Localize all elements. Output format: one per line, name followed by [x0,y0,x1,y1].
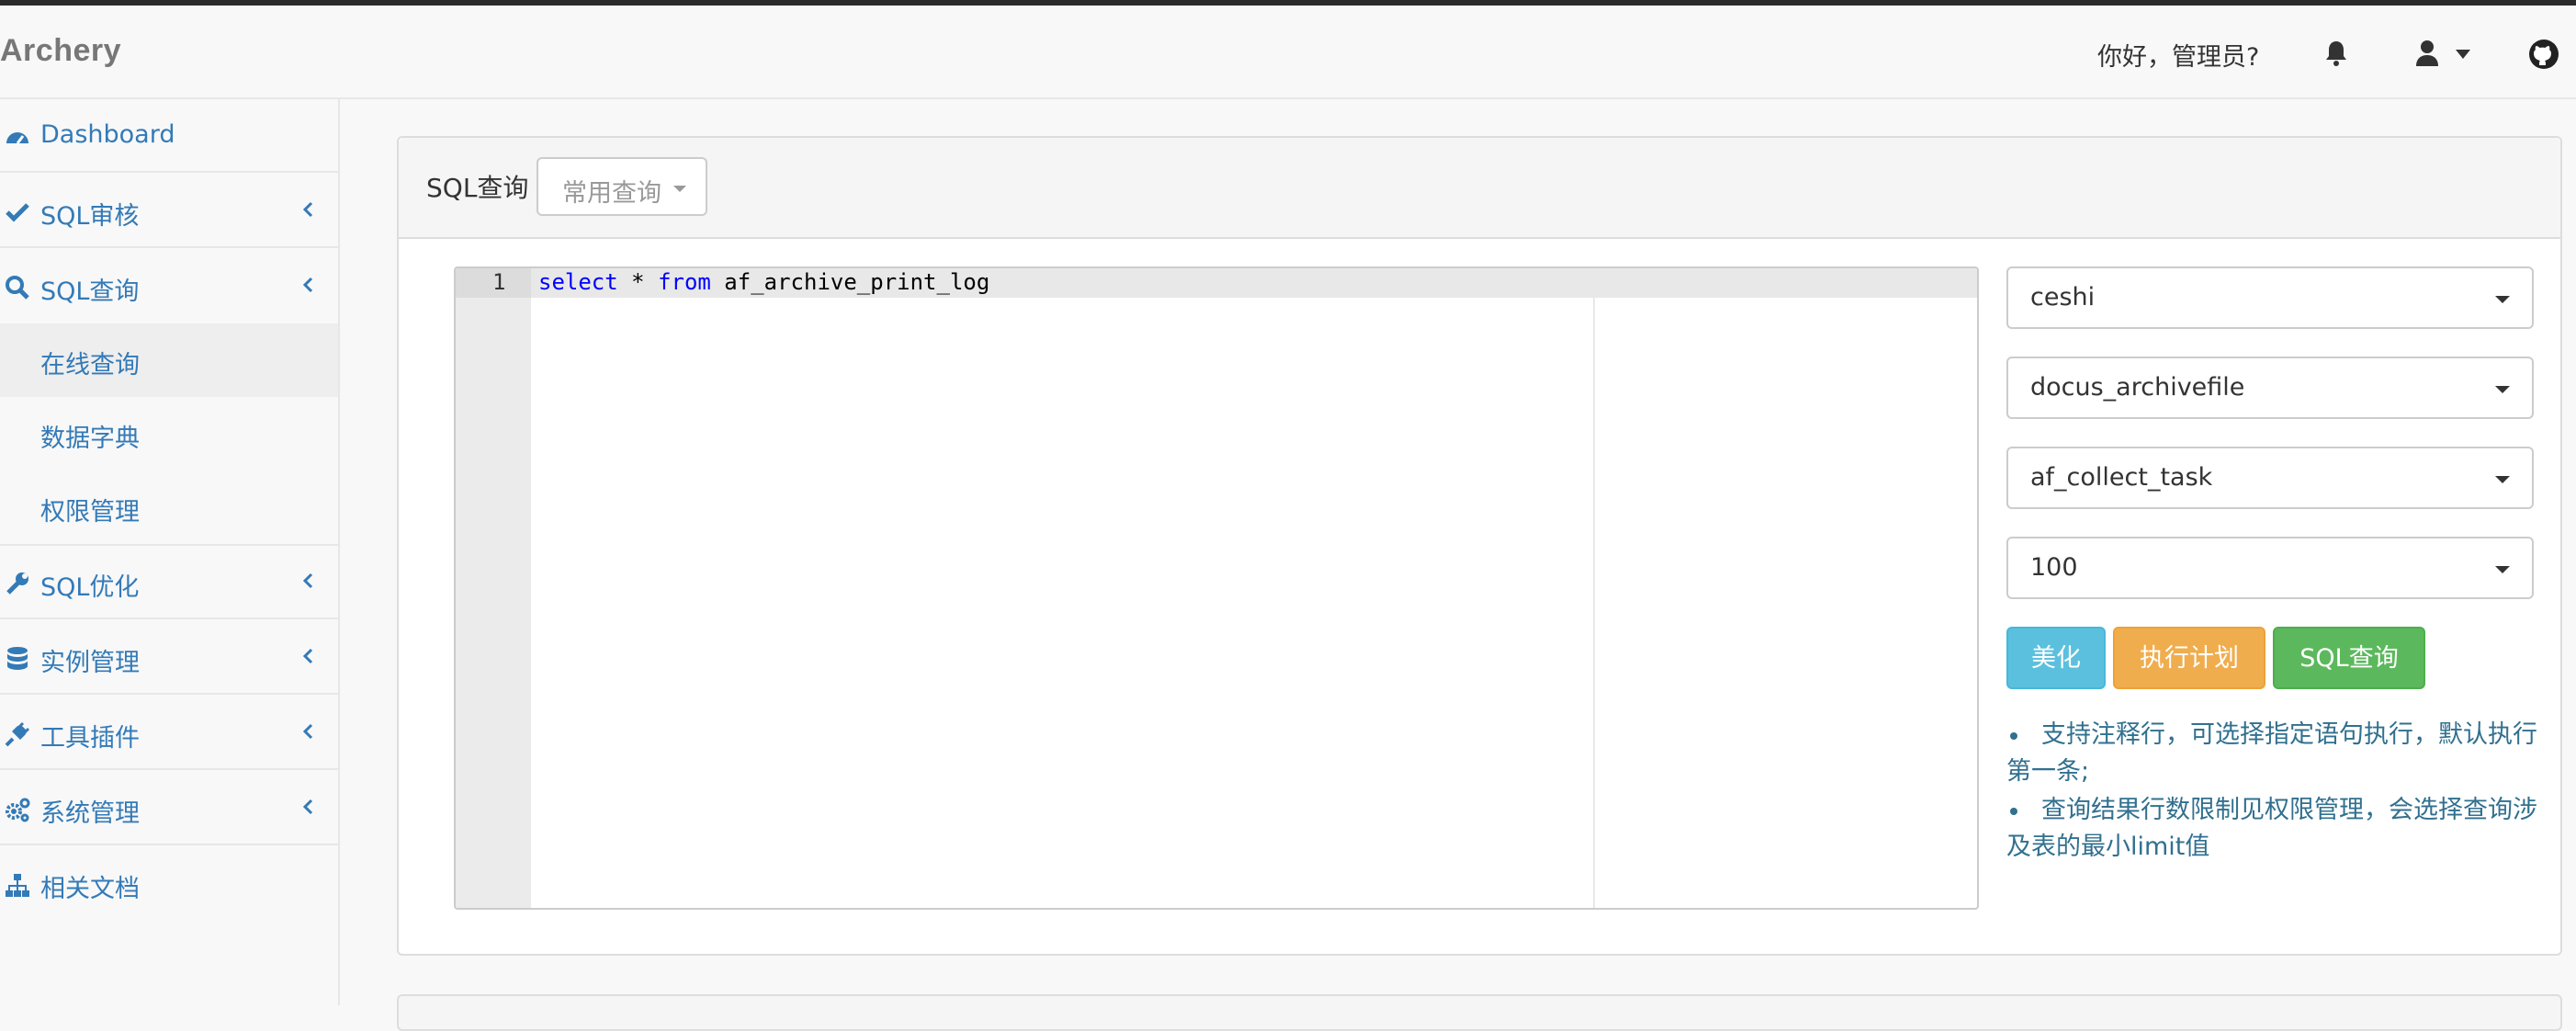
sidebar: Dashboard SQL审核 SQL查询 在线查询 数据字典 权限管理 SQL… [0,99,340,1005]
chevron-left-icon [302,572,313,589]
sidebar-item-system-management[interactable]: 系统管理 [0,772,338,845]
sidebar-item-tool-plugins[interactable]: 工具插件 [0,697,338,770]
table-select[interactable]: af_collect_task [2006,447,2534,509]
help-notes: 支持注释行，可选择指定语句执行，默认执行第一条; 查询结果行数限制见权限管理，会… [2006,717,2548,867]
beautify-button[interactable]: 美化 [2006,627,2106,689]
common-query-label: 常用查询 [562,179,661,208]
database-icon [7,647,28,670]
sidebar-item-instance-management[interactable]: 实例管理 [0,621,338,695]
sql-query-button[interactable]: SQL查询 [2273,627,2425,689]
sidebar-item-dashboard[interactable]: Dashboard [0,99,338,173]
top-navbar: Archery 你好，管理员? [0,6,2576,99]
bell-icon[interactable] [2322,39,2355,72]
search-icon [6,276,29,300]
user-menu-caret-icon[interactable] [2455,46,2471,63]
database-select[interactable]: docus_archivefile [2006,357,2534,419]
app-brand[interactable]: Archery [0,33,121,69]
database-select-value: docus_archivefile [2030,373,2245,402]
caret-down-icon [2495,296,2510,303]
sidebar-subitem-data-dictionary[interactable]: 数据字典 [0,397,338,470]
user-greeting: 你好，管理员? [2097,43,2260,72]
bullet-icon [2010,808,2017,815]
sidebar-item-sql-review[interactable]: SQL审核 [0,175,338,248]
help-note-text: 查询结果行数限制见权限管理，会选择查询涉及表的最小limit值 [2006,796,2537,861]
sidebar-item-label: 在线查询 [40,351,140,380]
sql-keyword: select [538,269,618,295]
chevron-left-icon [302,277,313,293]
help-note-text: 支持注释行，可选择指定语句执行，默认执行第一条; [2006,720,2537,786]
sidebar-item-label: 相关文档 [40,875,140,903]
panel-title: SQL查询 [426,173,529,203]
chevron-left-icon [302,648,313,664]
common-query-dropdown[interactable]: 常用查询 [537,157,707,216]
plug-icon [5,721,30,747]
help-note: 支持注释行，可选择指定语句执行，默认执行第一条; [2006,717,2548,790]
result-panel [397,994,2562,1031]
user-icon[interactable] [2413,39,2446,72]
sidebar-item-label: 数据字典 [40,425,140,453]
sidebar-item-label: 实例管理 [40,649,140,677]
limit-select[interactable]: 100 [2006,537,2534,599]
sidebar-subitem-permission[interactable]: 权限管理 [0,470,338,546]
help-note: 查询结果行数限制见权限管理，会选择查询涉及表的最小limit值 [2006,792,2548,866]
sidebar-item-label: SQL查询 [40,278,140,306]
limit-select-value: 100 [2030,553,2078,582]
sidebar-item-sql-query[interactable]: SQL查询 [0,250,338,323]
sidebar-item-label: Dashboard [40,120,175,149]
sql-editor[interactable]: 1 select * from af_archive_print_log [454,266,1979,910]
sql-keyword: from [658,269,711,295]
chevron-left-icon [302,799,313,815]
caret-down-icon [2495,476,2510,483]
sidebar-item-documents[interactable]: 相关文档 [0,847,338,921]
sql-text: * [617,269,659,295]
editor-gutter [456,268,531,908]
sitemap-icon [6,874,29,897]
caret-down-icon [2495,386,2510,393]
sidebar-item-sql-optimize[interactable]: SQL优化 [0,546,338,619]
print-margin [1593,268,1595,908]
code-line[interactable]: select * from af_archive_print_log [538,269,989,295]
instance-select-value: ceshi [2030,283,2096,312]
dashboard-icon [6,132,28,144]
chevron-left-icon [302,201,313,218]
caret-down-icon [2495,566,2510,573]
instance-select[interactable]: ceshi [2006,266,2534,329]
wrench-icon [6,572,28,595]
bullet-icon [2010,732,2017,740]
gears-icon [6,798,30,822]
line-number: 1 [492,269,506,295]
panel-header: SQL查询 常用查询 [399,138,2560,239]
sidebar-subitem-online-query[interactable]: 在线查询 [0,323,338,397]
chevron-left-icon [302,723,313,740]
sql-query-panel: SQL查询 常用查询 1 select * from af_archive_pr… [397,136,2562,956]
check-icon [6,203,29,222]
sidebar-item-label: 权限管理 [40,498,140,527]
sidebar-item-label: SQL优化 [40,573,140,602]
explain-button[interactable]: 执行计划 [2113,627,2265,689]
sidebar-item-label: 工具插件 [40,724,140,753]
sidebar-item-label: SQL审核 [40,202,140,231]
caret-down-icon [673,186,686,192]
table-select-value: af_collect_task [2030,463,2213,492]
github-icon[interactable] [2528,39,2561,72]
sidebar-item-label: 系统管理 [40,799,140,828]
sql-text: af_archive_print_log [710,269,990,295]
